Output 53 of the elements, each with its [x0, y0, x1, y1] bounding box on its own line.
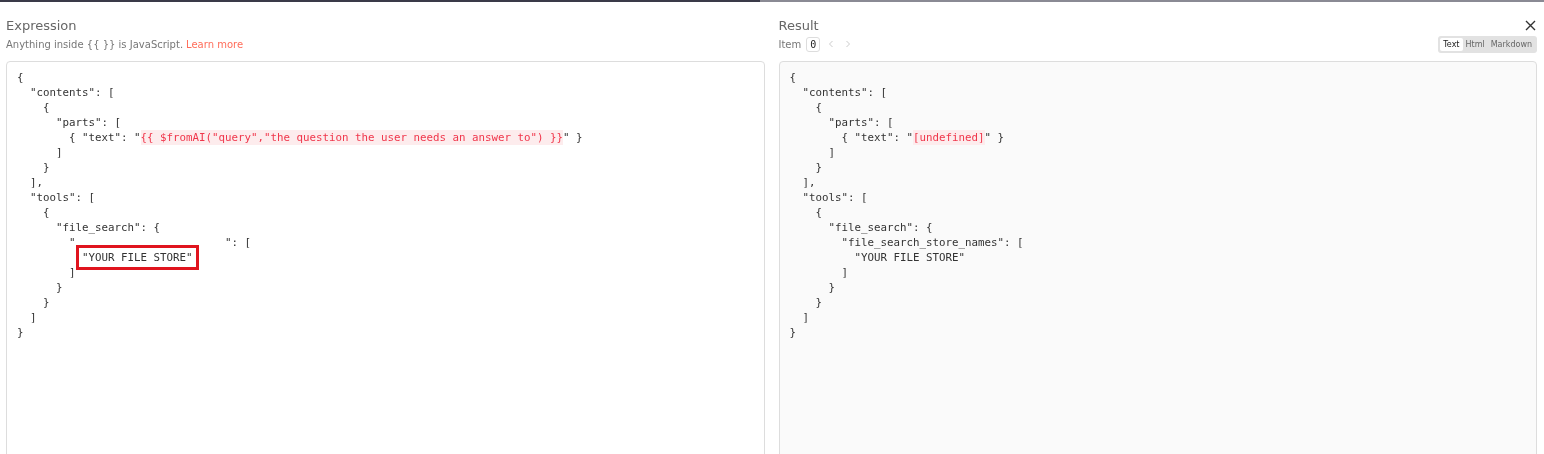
code-text: { "text": " [68, 130, 141, 145]
item-field[interactable]: 0 [806, 36, 821, 52]
code-text: "file_search": { [55, 220, 160, 235]
code-text: "YOUR FILE STORE" [853, 250, 965, 265]
code-text: " [68, 235, 76, 250]
panel-title: Expression [6, 17, 77, 33]
code-text: } [55, 280, 63, 295]
expression-highlight: {{ $fromAI("query","the question the user needs an answer to") }} [140, 130, 564, 145]
code-text: "YOUR FILE STORE" [82, 251, 193, 264]
next-icon[interactable] [845, 40, 852, 48]
code-text: "parts": [ [827, 115, 894, 130]
code-text: "file_search_store_names": [ [840, 235, 1024, 250]
code-text: } [789, 325, 796, 340]
code-text: { [42, 205, 50, 220]
code-text: ], [801, 175, 816, 190]
code-text: } [17, 325, 24, 340]
format-tab[interactable]: Html [1462, 37, 1488, 51]
close-icon[interactable] [1525, 19, 1536, 31]
code-text: "tools": [ [29, 190, 95, 205]
code-text: } [827, 280, 835, 295]
code-text: "contents": [ [29, 85, 115, 100]
code-text: } [42, 295, 50, 310]
previous-icon[interactable] [828, 40, 835, 48]
code-text: } [814, 295, 822, 310]
format-tab[interactable]: Text [1440, 37, 1463, 51]
code-text: ] [801, 310, 809, 325]
code-text: " } [984, 130, 1005, 145]
code-text: ] [840, 265, 848, 280]
code-text: "contents": [ [801, 85, 887, 100]
expression-highlight: [undefined] [913, 130, 985, 145]
code-text: ] [29, 310, 37, 325]
code-text: ] [827, 145, 835, 160]
code-text: { [814, 100, 822, 115]
code-text: { [17, 70, 24, 85]
code-text: } [42, 160, 50, 175]
code-text: { "text": " [840, 130, 913, 145]
code-text: { [42, 100, 50, 115]
code-text: ] [55, 145, 63, 160]
code-text: "parts": [ [55, 115, 121, 130]
item-label: Item [778, 38, 802, 50]
panel-title: Result [778, 17, 819, 33]
code-text: { [814, 205, 822, 220]
code-text: "tools": [ [801, 190, 868, 205]
code-text: " } [563, 130, 583, 145]
hint-text: Anything inside {{ }} is JavaScript. [6, 38, 184, 50]
code-text: ": [ [225, 235, 252, 250]
code-text: ], [29, 175, 43, 190]
expression-editor[interactable]: { "contents": [ { "parts": [ { "text": "{{ $fromAI("query","the question the user needs an answer to") }}" } ] } ], "tools": [ { "file_search": { " ": [ "YOUR FILE STORE" ] } } ] } [6, 61, 765, 454]
code-text: ] [68, 265, 76, 280]
code-text: { [789, 70, 796, 85]
format-tab[interactable]: Markdown [1487, 37, 1535, 51]
code-text: "file_search": { [827, 220, 933, 235]
code-text: } [814, 160, 822, 175]
